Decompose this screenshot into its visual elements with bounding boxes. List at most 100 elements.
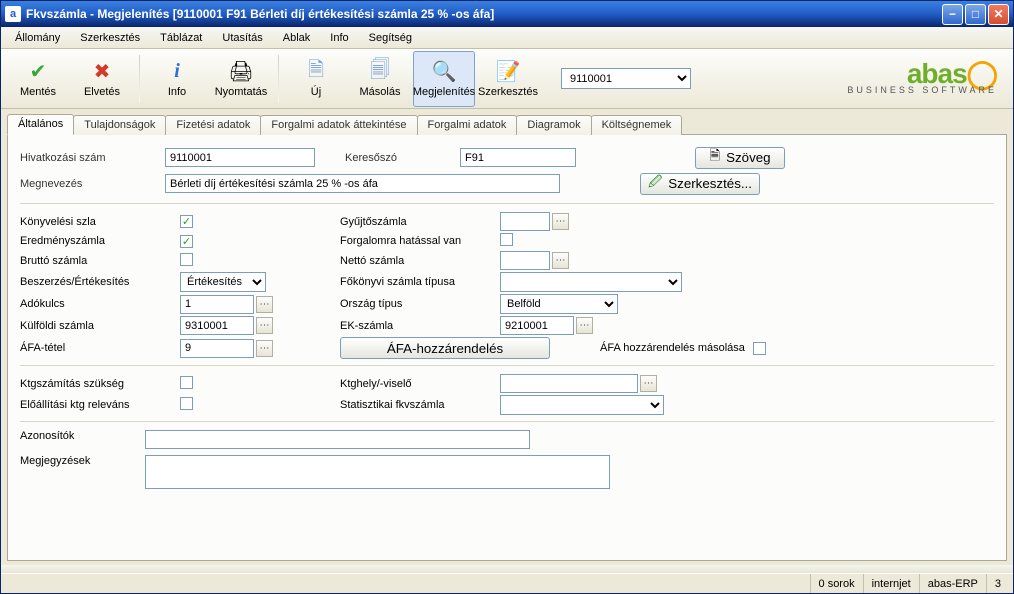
net-lookup[interactable]: ⋯ bbox=[552, 252, 569, 269]
foreign-acc-field[interactable] bbox=[180, 316, 254, 335]
vat-assign-copy-label: ÁFA hozzárendelés másolása bbox=[600, 342, 745, 354]
affects-turnover-checkbox[interactable] bbox=[500, 233, 513, 246]
ec-acc-lookup[interactable]: ⋯ bbox=[576, 317, 593, 334]
edit-label: Szerkesztés bbox=[478, 86, 538, 98]
tab-turnover-overview[interactable]: Forgalmi adatok áttekintése bbox=[260, 115, 417, 135]
vat-item-label: ÁFA-tétel bbox=[20, 342, 180, 354]
tab-strip: Általános Tulajdonságok Fizetési adatok … bbox=[1, 109, 1013, 134]
net-label: Nettó számla bbox=[340, 255, 500, 267]
menu-window[interactable]: Ablak bbox=[275, 30, 319, 46]
display-label: Megjelenítés bbox=[413, 86, 475, 98]
menu-info[interactable]: Info bbox=[322, 30, 356, 46]
separator bbox=[20, 365, 994, 366]
info-label: Info bbox=[168, 86, 186, 98]
foreign-acc-lookup[interactable]: ⋯ bbox=[256, 317, 273, 334]
ledger-type-select[interactable] bbox=[500, 272, 682, 292]
tab-properties[interactable]: Tulajdonságok bbox=[73, 115, 166, 135]
save-button[interactable]: ✔ Mentés bbox=[7, 51, 69, 107]
collective-field[interactable] bbox=[500, 212, 550, 231]
new-doc-icon: 🗎 bbox=[304, 60, 328, 84]
prod-cost-rel-checkbox[interactable] bbox=[180, 397, 193, 410]
tax-key-field[interactable] bbox=[180, 295, 254, 314]
menu-edit[interactable]: Szerkesztés bbox=[72, 30, 148, 46]
affects-turnover-label: Forgalomra hatással van bbox=[340, 235, 500, 247]
close-button[interactable]: ✕ bbox=[988, 4, 1009, 25]
status-app: abas-ERP bbox=[919, 574, 986, 593]
foreign-acc-label: Külföldi számla bbox=[20, 320, 180, 332]
status-bar: 0 sorok internjet abas-ERP 3 bbox=[1, 573, 1013, 593]
window-title: Fkvszámla - Megjelenítés [9110001 F91 Bé… bbox=[26, 7, 942, 21]
edit-button[interactable]: 📝 Szerkesztés bbox=[477, 51, 539, 107]
tab-payment[interactable]: Fizetési adatok bbox=[165, 115, 261, 135]
brand: abas◯ BUSINESS SOFTWARE bbox=[847, 63, 1007, 95]
vat-item-field[interactable] bbox=[180, 339, 254, 358]
search-field[interactable] bbox=[460, 148, 576, 167]
text-button[interactable]: 🗎 Szöveg bbox=[695, 147, 785, 169]
menu-bar: Állomány Szerkesztés Táblázat Utasítás A… bbox=[1, 27, 1013, 49]
cost-place-lookup[interactable]: ⋯ bbox=[640, 375, 657, 392]
menu-command[interactable]: Utasítás bbox=[214, 30, 270, 46]
ec-acc-field[interactable] bbox=[500, 316, 574, 335]
doc-icon: 🗎 bbox=[709, 147, 720, 169]
window-controls: − □ ✕ bbox=[942, 4, 1009, 25]
purchase-sales-select[interactable]: Értékesítés bbox=[180, 272, 266, 292]
info-button[interactable]: i Info bbox=[146, 51, 208, 107]
discard-label: Elvetés bbox=[84, 86, 120, 98]
check-icon: ✔ bbox=[26, 60, 50, 84]
edit-name-button[interactable]: 🖉 Szerkesztés... bbox=[640, 173, 760, 195]
tax-key-lookup[interactable]: ⋯ bbox=[256, 296, 273, 313]
ids-label: Azonosítók bbox=[20, 430, 145, 442]
brand-sub: BUSINESS SOFTWARE bbox=[847, 85, 997, 95]
cost-calc-needed-checkbox[interactable] bbox=[180, 376, 193, 389]
copy-button[interactable]: 🗐 Másolás bbox=[349, 51, 411, 107]
printer-icon: 🖨 bbox=[229, 60, 253, 84]
app-window: a Fkvszámla - Megjelenítés [9110001 F91 … bbox=[0, 0, 1014, 594]
ref-no-field[interactable] bbox=[165, 148, 315, 167]
ref-no-label: Hivatkozási szám bbox=[20, 152, 165, 164]
notes-field[interactable] bbox=[145, 455, 610, 489]
magnifier-icon: 🔍 bbox=[432, 60, 456, 84]
net-field[interactable] bbox=[500, 251, 550, 270]
vat-item-lookup[interactable]: ⋯ bbox=[256, 340, 273, 357]
footer-strip bbox=[1, 565, 1013, 573]
menu-table[interactable]: Táblázat bbox=[152, 30, 210, 46]
text-button-label: Szöveg bbox=[726, 150, 770, 165]
display-button[interactable]: 🔍 Megjelenítés bbox=[413, 51, 475, 107]
name-label: Megnevezés bbox=[20, 178, 165, 190]
copy-label: Másolás bbox=[360, 86, 401, 98]
discard-button[interactable]: ✖ Elvetés bbox=[71, 51, 133, 107]
print-label: Nyomtatás bbox=[215, 86, 268, 98]
tab-panel-general: Hivatkozási szám Keresőszó 🗎 Szöveg Megn… bbox=[7, 134, 1007, 561]
country-type-select[interactable]: Belföld bbox=[500, 294, 618, 314]
ids-field[interactable] bbox=[145, 430, 530, 449]
name-field[interactable] bbox=[165, 174, 560, 193]
toolbar-separator bbox=[278, 55, 279, 103]
tab-costtypes[interactable]: Költségnemek bbox=[591, 115, 683, 135]
booking-acc-checkbox[interactable]: ✓ bbox=[180, 215, 193, 228]
gross-label: Bruttó számla bbox=[20, 255, 180, 267]
toolbar-separator bbox=[139, 55, 140, 103]
print-button[interactable]: 🖨 Nyomtatás bbox=[210, 51, 272, 107]
x-icon: ✖ bbox=[90, 60, 114, 84]
result-acc-checkbox[interactable]: ✓ bbox=[180, 235, 193, 248]
gross-checkbox[interactable] bbox=[180, 253, 193, 266]
vat-assign-copy-checkbox[interactable] bbox=[753, 342, 766, 355]
cost-place-field[interactable] bbox=[500, 374, 638, 393]
minimize-button[interactable]: − bbox=[942, 4, 963, 25]
ledger-type-label: Főkönyvi számla típusa bbox=[340, 276, 500, 288]
collective-label: Gyűjtőszámla bbox=[340, 216, 500, 228]
new-button[interactable]: 🗎 Új bbox=[285, 51, 347, 107]
menu-file[interactable]: Állomány bbox=[7, 30, 68, 46]
tab-turnover[interactable]: Forgalmi adatok bbox=[417, 115, 518, 135]
record-selector[interactable]: 9110001 bbox=[561, 68, 691, 89]
stat-ledger-select[interactable] bbox=[500, 395, 664, 415]
record-combo[interactable]: 9110001 bbox=[561, 68, 691, 89]
tab-general[interactable]: Általános bbox=[7, 114, 74, 135]
tab-diagrams[interactable]: Diagramok bbox=[516, 115, 591, 135]
menu-help[interactable]: Segítség bbox=[361, 30, 420, 46]
collective-lookup[interactable]: ⋯ bbox=[552, 213, 569, 230]
maximize-button[interactable]: □ bbox=[965, 4, 986, 25]
toolbar: ✔ Mentés ✖ Elvetés i Info 🖨 Nyomtatás 🗎 … bbox=[1, 49, 1013, 109]
result-acc-label: Eredményszámla bbox=[20, 235, 180, 247]
cost-place-label: Ktghely/-viselő bbox=[340, 378, 500, 390]
